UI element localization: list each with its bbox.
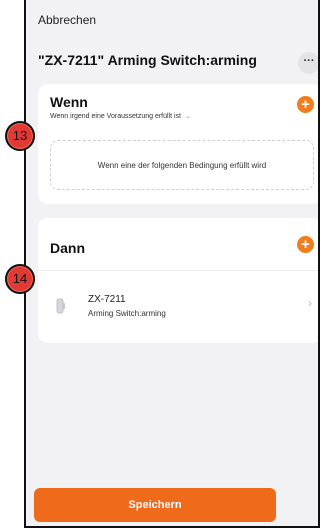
wenn-title: Wenn [50,94,88,110]
add-condition-button[interactable]: + [297,96,314,113]
device-action: Arming Switch:arming [88,309,166,318]
switch-device-icon [56,298,65,314]
chevron-down-icon: ⌄ [184,113,191,120]
add-action-button[interactable]: + [297,236,314,253]
condition-placeholder[interactable]: Wenn eine der folgenden Bedingung erfüll… [50,140,314,190]
device-name: ZX-7211 [88,294,126,305]
dann-title: Dann [50,240,85,256]
cancel-button[interactable]: Abbrechen [38,13,96,27]
page-title: "ZX-7211" Arming Switch:arming [38,52,257,68]
condition-placeholder-text: Wenn eine der folgenden Bedingung erfüll… [97,160,267,170]
phone-screen: Abbrechen "ZX-7211" Arming Switch:arming… [24,0,320,528]
more-options-icon[interactable]: ··· [298,52,318,74]
save-button[interactable]: Speichern [34,488,276,522]
callout-marker-14: 14 [5,264,35,294]
wenn-card: Wenn Wenn irgend eine Voraussetzung erfü… [38,84,318,204]
callout-marker-13: 13 [5,121,35,151]
chevron-right-icon: › [308,296,312,310]
action-row[interactable]: ZX-7211 Arming Switch:arming › [38,271,318,341]
dann-card: Dann + ZX-7211 Arming Switch:arming › [38,218,318,343]
wenn-condition-mode-label: Wenn irgend eine Voraussetzung erfüllt i… [50,113,182,120]
wenn-condition-mode[interactable]: Wenn irgend eine Voraussetzung erfüllt i… [50,112,191,120]
